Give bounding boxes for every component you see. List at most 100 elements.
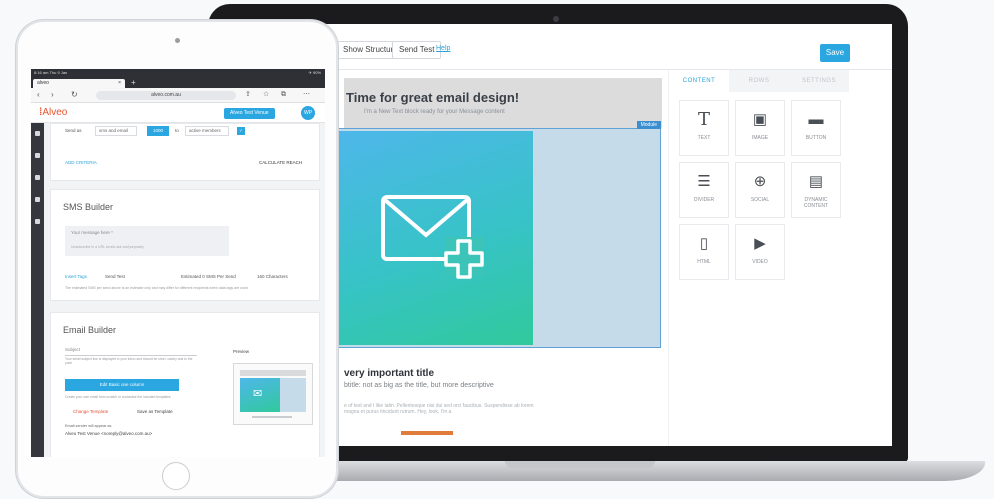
module-tag[interactable]: Module	[636, 121, 661, 129]
share-icon[interactable]: ⇪	[245, 90, 251, 100]
sidebar-item-reports[interactable]	[35, 197, 40, 202]
back-icon[interactable]: ‹	[37, 90, 40, 100]
block-label: BUTTON	[805, 135, 827, 141]
edit-template-button[interactable]: Edit Basic one column	[65, 379, 179, 391]
hero-text-block[interactable]: Time for great email design! I'm a New T…	[344, 78, 662, 128]
subject-input[interactable]	[65, 355, 197, 356]
avatar[interactable]: WP	[301, 106, 315, 120]
tablet-screen: 8:16 am Thu 9 Jan ✈ 90% alveo × + ‹ › ↻ …	[31, 69, 325, 457]
insert-tags-link[interactable]: Insert Tags	[65, 274, 87, 279]
sender-value: Alveo Test Venue <noreply@alveo.com.au>	[65, 431, 153, 436]
html-icon: ▯	[699, 235, 709, 252]
preview-image: ✉	[240, 378, 280, 412]
tab-rows[interactable]: ROWS	[729, 70, 789, 92]
url-field[interactable]: alveo.com.au	[96, 91, 236, 100]
bookmark-star-icon[interactable]: ☆	[263, 90, 269, 100]
address-bar: ‹ › ↻ alveo.com.au ⇪ ☆ ⧉ ⋯	[31, 88, 325, 103]
send-test-button[interactable]: Send Test	[392, 41, 442, 59]
browser-tab-strip: alveo × +	[31, 77, 325, 88]
cta-button-preview[interactable]	[401, 431, 453, 435]
block-label: TEXT	[697, 135, 711, 141]
count-field[interactable]: 1000	[147, 126, 169, 136]
dynamic-content-icon: ▤	[808, 173, 824, 190]
envelope-icon: ✉	[253, 388, 263, 400]
alveo-logo[interactable]: ⁞Alveo	[39, 107, 67, 118]
save-as-template-link[interactable]: Save as Template	[137, 409, 173, 415]
block-text[interactable]: T TEXT	[679, 100, 729, 156]
block-divider[interactable]: ☰ DIVIDER	[679, 162, 729, 218]
block-label: HTML	[697, 259, 711, 265]
selected-module[interactable]: Module	[334, 121, 661, 348]
block-image[interactable]: ▣ IMAGE	[735, 100, 785, 156]
message-hint: Unsubscribe in a URL sends ask are/purpo…	[71, 245, 144, 249]
sms-note: The estimated SMS per send above is an e…	[65, 286, 248, 290]
tablet-camera	[175, 38, 180, 43]
video-icon: ▶	[754, 235, 766, 252]
status-time: 8:16 am Thu 9 Jan	[34, 70, 68, 75]
block-html[interactable]: ▯ HTML	[679, 224, 729, 280]
block-video[interactable]: ▶ VIDEO	[735, 224, 785, 280]
block-button[interactable]: ▬ BUTTON	[791, 100, 841, 156]
panel-tabs: CONTENT ROWS SETTINGS	[669, 70, 849, 92]
help-link[interactable]: Help	[436, 45, 450, 52]
browser-tab[interactable]: alveo ×	[33, 79, 125, 88]
laptop-notch	[505, 461, 655, 468]
block-label: DYNAMIC CONTENT	[803, 197, 829, 209]
message-placeholder: Your message here *	[71, 230, 113, 235]
button-icon: ▬	[808, 111, 824, 128]
sms-char-count: 160 Characters	[257, 274, 288, 279]
sidebar-item-dashboard[interactable]	[35, 131, 40, 136]
tabs-icon[interactable]: ⧉	[281, 90, 286, 100]
block-label: VIDEO	[752, 259, 768, 265]
more-icon[interactable]: ⋯	[303, 90, 310, 100]
sidebar-item-members[interactable]	[35, 153, 40, 158]
new-tab-icon[interactable]: +	[131, 78, 136, 87]
sms-send-test-link[interactable]: Send Test	[105, 274, 125, 280]
close-icon[interactable]: ×	[118, 79, 121, 88]
to-label: to	[175, 128, 179, 133]
tab-content[interactable]: CONTENT	[669, 70, 729, 92]
envelope-plus-icon	[381, 195, 484, 279]
laptop-camera	[553, 16, 559, 22]
reload-icon[interactable]: ↻	[71, 90, 78, 100]
save-button[interactable]: Save	[820, 44, 850, 62]
hero-subtitle: I'm a New Text block ready for your Mess…	[364, 109, 505, 115]
content-title[interactable]: very important title	[344, 368, 434, 379]
email-builder-title: Email Builder	[63, 325, 117, 335]
preview-module: ✉	[240, 378, 306, 412]
content-body[interactable]: e of text and I like latin. Pellentesque…	[344, 403, 544, 415]
sidebar-item-campaigns[interactable]	[35, 175, 40, 180]
content-subtitle[interactable]: btitle: not as big as the title, but mor…	[344, 382, 494, 389]
app-sidebar	[31, 123, 44, 457]
tab-settings[interactable]: SETTINGS	[789, 70, 849, 92]
browser-tab-title: alveo	[37, 80, 49, 86]
block-label: DIVIDER	[693, 197, 715, 203]
change-template-link[interactable]: Change Template	[73, 409, 108, 415]
criteria-card: Send as sms and email 1000 to active mem…	[50, 123, 320, 181]
sms-message-input[interactable]: Your message here * Unsubscribe in a URL…	[65, 226, 229, 256]
create-hint: Create your own email from scratch or cu…	[65, 395, 171, 399]
image-icon: ▣	[752, 111, 768, 128]
sms-builder-card: SMS Builder Your message here * Unsubscr…	[50, 189, 320, 301]
calculate-reach-link[interactable]: CALCULATE REACH	[259, 160, 302, 166]
preview-text-line	[252, 416, 292, 418]
subject-hint: Your email subject line is displayed in …	[65, 357, 193, 365]
checkbox[interactable]: ✓	[237, 127, 245, 135]
venue-menu-button[interactable]: Alveo Test Venue	[224, 108, 275, 119]
email-builder-card: Email Builder Subject Your email subject…	[50, 312, 320, 457]
sms-estimate: Estimated 0 SMS Per Send	[181, 274, 236, 279]
forward-icon[interactable]: ›	[51, 90, 54, 100]
block-social[interactable]: ⊕ SOCIAL	[735, 162, 785, 218]
channel-select[interactable]: sms and email	[95, 126, 137, 136]
add-criteria-link[interactable]: ADD CRITERIA	[65, 160, 97, 165]
block-dynamic-content[interactable]: ▤ DYNAMIC CONTENT	[791, 162, 841, 218]
hero-image[interactable]	[335, 131, 533, 345]
status-bar: 8:16 am Thu 9 Jan ✈ 90%	[31, 69, 325, 77]
text-icon: T	[697, 109, 710, 130]
preview-hero	[240, 370, 306, 376]
tablet-home-button[interactable]	[162, 462, 190, 490]
email-preview-thumbnail[interactable]: ✉	[233, 363, 313, 425]
sidebar-item-settings[interactable]	[35, 219, 40, 224]
audience-select[interactable]: active members	[185, 126, 229, 136]
block-label: IMAGE	[751, 135, 769, 141]
